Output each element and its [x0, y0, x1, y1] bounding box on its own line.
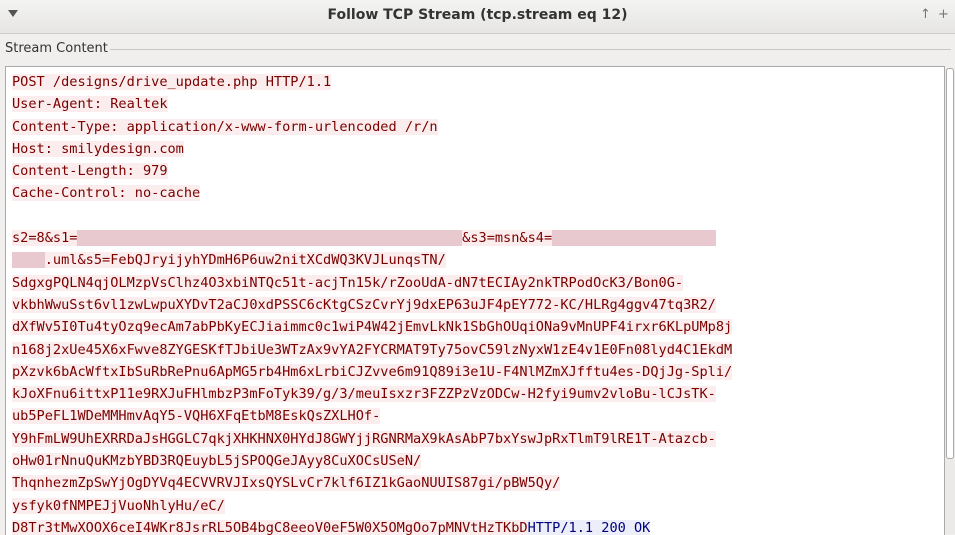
window-title: Follow TCP Stream (tcp.stream eq 12): [327, 7, 628, 23]
request-header-line: POST /designs/drive_update.php HTTP/1.1: [12, 74, 332, 90]
request-header-line: User-Agent: Realtek: [12, 96, 168, 113]
stream-content-label: Stream Content: [5, 41, 110, 56]
scrollbar-thumb[interactable]: [946, 68, 954, 459]
body-line: vkbhWwuSst6vl1zwLwpuXYDvT2aCJ0xdPSSC6cKt…: [12, 296, 716, 313]
group-divider: [108, 49, 951, 50]
body-line: pXzvk6bAcWftxIbSuRbRePnu6ApMG5rb4Hm6xLrb…: [12, 363, 733, 380]
stream-text[interactable]: POST /designs/drive_update.php HTTP/1.1 …: [12, 71, 940, 535]
body-line: D8Tr3tMwXOOX6ceI4WKr8JsrRL5OB4bgC8eeoV0e…: [12, 519, 528, 535]
redacted-value: XXXXXXXXXXXXXXXXXXXX: [552, 230, 716, 247]
body-line: SdgxgPQLN4qjOLMzpVsClhz4O3xbiNTQc51t-acj…: [12, 274, 684, 291]
body-line: kJoXFnu6ittxP11e9RXJuFHlmbzP3mFoTyk39/g/…: [12, 386, 716, 403]
body-line: oHw01rNnuQuKMzbYBD3RQEuybL5jSPOQGeJAyy8C…: [12, 453, 422, 470]
request-header-line: Host: smilydesign.com: [12, 140, 184, 157]
stream-content-view[interactable]: POST /designs/drive_update.php HTTP/1.1 …: [5, 66, 945, 535]
redacted-value: XXXX: [12, 252, 45, 269]
body-line: n168j2xUe45X6xFwve8ZYGESKfTJbiUe3WTzAx9v…: [12, 341, 733, 358]
body-line: ub5PeFL1WDeMMHmvAqY5-VQH6XFqEtbM8EskQsZX…: [12, 408, 381, 425]
request-header-line: Content-Length: 979: [12, 163, 168, 180]
request-header-line: Content-Type: application/x-www-form-url…: [12, 118, 438, 135]
body-line: ThqnhezmZpSwYjOgDYVq4ECVVRVJIxsQYSLvCr7k…: [12, 475, 561, 492]
body-segment: s2=8&s1=: [12, 230, 78, 247]
vertical-scrollbar[interactable]: [945, 68, 955, 534]
redacted-value: XXXXXXXXXXXXXXXXXXXXXXXXXXXXXXXXXXXXXXXX…: [77, 230, 463, 247]
body-line: ysfyk0fNMPEJjVuoNhlyHu/eC/: [12, 497, 225, 514]
body-line: dXfWv5I0Tu4tyOzq9ecAm7abPbKyECJiaimmc0c1…: [12, 319, 733, 336]
body-segment: .uml&s5=FebQJryijyhYDmH6P6uw2nitXCdWQ3KV…: [44, 252, 446, 269]
response-status-line: HTTP/1.1 200 OK: [527, 519, 651, 535]
arrow-up-icon[interactable]: ↑: [920, 7, 931, 22]
title-bar[interactable]: Follow TCP Stream (tcp.stream eq 12) ↑ +: [0, 0, 955, 34]
maximize-icon[interactable]: +: [938, 7, 949, 22]
request-header-line: Cache-Control: no-cache: [12, 185, 201, 202]
body-line: Y9hFmLW9UhEXRRDaJsHGGLC7qkjXHKHNX0HYdJ8G…: [12, 430, 716, 447]
body-segment: &s3=msn&s4=: [462, 230, 553, 247]
